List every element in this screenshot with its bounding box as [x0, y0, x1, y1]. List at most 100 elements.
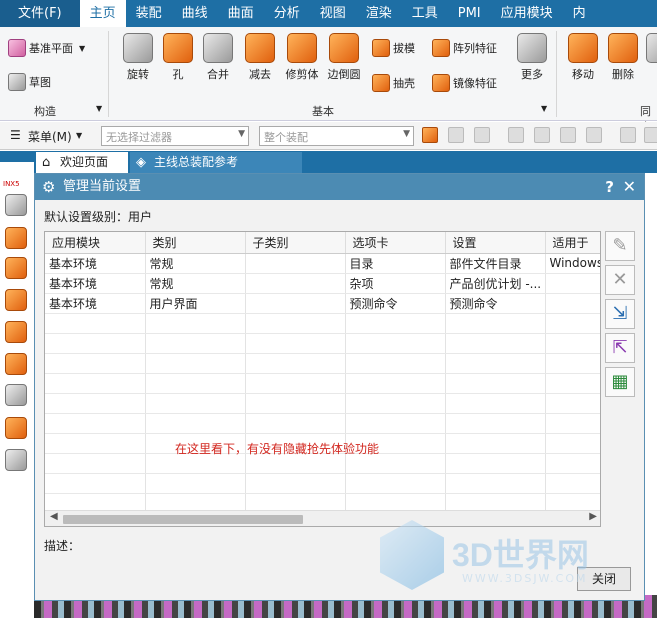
annotation-note: 在这里看下，有没有隐藏抢先体验功能: [175, 442, 380, 456]
unite-button[interactable]: 合并: [200, 33, 236, 82]
cube-logo-icon: [380, 520, 444, 590]
part-navigator-icon[interactable]: [5, 194, 27, 216]
export-settings-icon[interactable]: ⇱: [605, 333, 635, 363]
roles-icon[interactable]: [5, 417, 27, 439]
table-cell: 产品创优计划 -...: [445, 273, 546, 294]
tab-welcome-label: 欢迎页面: [60, 155, 109, 169]
column-header[interactable]: 选项卡: [345, 232, 446, 254]
column-header[interactable]: 子类别: [245, 232, 346, 254]
view-icon[interactable]: [474, 127, 490, 143]
sync-more-button[interactable]: [646, 33, 657, 66]
column-header[interactable]: 应用模块: [45, 232, 146, 254]
menu-home[interactable]: 主页: [79, 0, 126, 27]
delete-setting-icon[interactable]: ✕: [605, 265, 635, 295]
empty-row: [45, 413, 600, 434]
history-icon[interactable]: [5, 384, 27, 406]
system-materials-icon[interactable]: [5, 449, 27, 471]
draft-button[interactable]: 拔模: [372, 39, 415, 57]
more-button[interactable]: 更多: [514, 33, 550, 82]
menu-dropdown-icon[interactable]: ▼: [76, 131, 82, 140]
description-label: 描述：: [44, 539, 81, 553]
edit-setting-icon[interactable]: ✎: [605, 231, 635, 261]
assembly-navigator-icon[interactable]: [5, 227, 27, 249]
assembly-placeholder: 整个装配: [264, 131, 308, 144]
shell-label: 抽壳: [393, 77, 415, 90]
pattern-feature-button[interactable]: 阵列特征: [432, 39, 497, 57]
group-basic-expand-icon[interactable]: ▼: [541, 104, 547, 113]
point-icon[interactable]: [586, 127, 602, 143]
draft-icon: [372, 39, 390, 57]
body-icon[interactable]: [620, 127, 636, 143]
ribbon: 基准平面 ▼ 草图 构造 ▼ 旋转 孔 合并 减去 修剪体 边倒圆 拔模 阵列特征…: [0, 27, 657, 134]
table-cell: 预测命令: [345, 293, 446, 314]
column-header[interactable]: 适用于: [545, 232, 600, 254]
datum-plane-icon: [8, 39, 26, 57]
table-cell: 基本环境: [45, 293, 146, 314]
menu-more[interactable]: 内: [563, 0, 596, 27]
snap-icon[interactable]: [422, 127, 438, 143]
column-header[interactable]: 设置: [445, 232, 546, 254]
constraint-navigator-icon[interactable]: [5, 257, 27, 279]
menu-app-modules[interactable]: 应用模块: [491, 0, 563, 27]
hd3d-icon[interactable]: [5, 321, 27, 343]
filter-placeholder: 无选择过滤器: [106, 131, 172, 144]
menu-curve[interactable]: 曲线: [172, 0, 218, 27]
scroll-thumb[interactable]: [63, 515, 303, 524]
menu-surface[interactable]: 曲面: [218, 0, 264, 27]
menu-tools[interactable]: 工具: [402, 0, 448, 27]
table-row[interactable]: 基本环境 用户界面 预测命令 预测命令: [45, 293, 600, 314]
shell-button[interactable]: 抽壳: [372, 74, 415, 92]
tab-welcome[interactable]: ⌂ 欢迎页面: [36, 152, 128, 173]
web-browser-icon[interactable]: [5, 353, 27, 375]
hamburger-icon[interactable]: ☰: [10, 128, 21, 142]
menu-pmi[interactable]: PMI: [448, 0, 491, 27]
table-row[interactable]: 基本环境 常规 杂项 产品创优计划 -...: [45, 273, 600, 294]
spreadsheet-icon[interactable]: ▦: [605, 367, 635, 397]
table-row[interactable]: 基本环境 常规 目录 部件文件目录 Windows: [45, 253, 600, 274]
table-cell: 部件文件目录: [445, 253, 546, 274]
column-header[interactable]: 类别: [145, 232, 246, 254]
trim-body-button[interactable]: 修剪体: [282, 33, 322, 82]
menu-analysis[interactable]: 分析: [264, 0, 310, 27]
menu-render[interactable]: 渲染: [356, 0, 402, 27]
pattern-icon: [432, 39, 450, 57]
filter-icon[interactable]: [508, 127, 524, 143]
edge-blend-icon: [329, 33, 359, 63]
mirror-icon: [432, 74, 450, 92]
select-icon[interactable]: [448, 127, 464, 143]
component-icon[interactable]: [534, 127, 550, 143]
menubar: 文件(F) 主页 装配 曲线 曲面 分析 视图 渲染 工具 PMI 应用模块 内: [0, 0, 657, 27]
edge-blend-button[interactable]: 边倒圆: [324, 33, 364, 82]
face-icon[interactable]: [560, 127, 576, 143]
close-icon[interactable]: ✕: [623, 174, 636, 200]
hole-button[interactable]: 孔: [160, 33, 196, 82]
hole-label: 孔: [172, 68, 184, 81]
reuse-library-icon[interactable]: [5, 289, 27, 311]
mirror-feature-button[interactable]: 镜像特征: [432, 74, 497, 92]
inx5-label: INX5: [3, 180, 20, 188]
sketch-icon: [8, 73, 26, 91]
help-icon[interactable]: ?: [605, 174, 614, 200]
delete-button[interactable]: 删除: [604, 33, 642, 82]
empty-row: [45, 393, 600, 414]
selection-toolbar: ☰ 菜单(M) ▼ 无选择过滤器 ▼ 整个装配 ▼: [0, 122, 657, 150]
menu-file[interactable]: 文件(F): [0, 0, 80, 27]
menu-assembly[interactable]: 装配: [126, 0, 172, 27]
selection-filter-combo[interactable]: 无选择过滤器 ▼: [101, 126, 249, 146]
datum-plane-button[interactable]: 基准平面 ▼: [8, 39, 85, 57]
scroll-left-icon[interactable]: ◀: [50, 511, 58, 522]
assembly-scope-combo[interactable]: 整个装配 ▼: [259, 126, 414, 146]
edge-blend-label: 边倒圆: [327, 68, 361, 81]
move-button[interactable]: 移动: [564, 33, 602, 82]
subtract-button[interactable]: 减去: [242, 33, 278, 82]
body2-icon[interactable]: [644, 127, 657, 143]
table-cell: 常规: [145, 253, 246, 274]
revolve-button[interactable]: 旋转: [120, 33, 156, 82]
tab-part-file[interactable]: ◈主线总装配参考_x_t.prt✕: [130, 152, 302, 190]
group-construct-expand-icon[interactable]: ▼: [96, 104, 102, 113]
import-settings-icon[interactable]: ⇲: [605, 299, 635, 329]
sketch-button[interactable]: 草图: [8, 73, 51, 91]
menu-button[interactable]: 菜单(M): [28, 128, 72, 145]
datum-dropdown-icon[interactable]: ▼: [79, 44, 85, 53]
menu-view[interactable]: 视图: [310, 0, 356, 27]
